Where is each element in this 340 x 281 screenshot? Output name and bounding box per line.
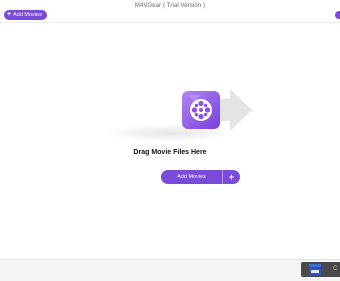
app-window: M4VGear ( Trial Version ) + Add Movies D… [0,0,340,281]
status-bar [0,259,340,281]
plus-icon[interactable]: + [223,170,240,184]
add-movies-label: Add Movies [177,174,206,180]
add-movies-toolbar-button[interactable]: + Add Movies [4,10,47,20]
add-movies-button[interactable]: Add Movies + [161,170,240,184]
plus-icon: + [7,11,12,18]
drop-hint-text: Drag Movie Files Here [133,149,207,156]
convert-label: C [333,266,338,272]
film-reel-icon [182,91,220,129]
title-bar: M4VGear ( Trial Version ) + Add Movies [0,0,340,23]
add-movies-toolbar-label: Add Movies [13,12,42,18]
window-title: M4VGear ( Trial Version ) [134,3,206,9]
menu-icon[interactable] [335,11,340,19]
convert-icon [309,264,321,275]
convert-button[interactable]: C [301,262,340,277]
